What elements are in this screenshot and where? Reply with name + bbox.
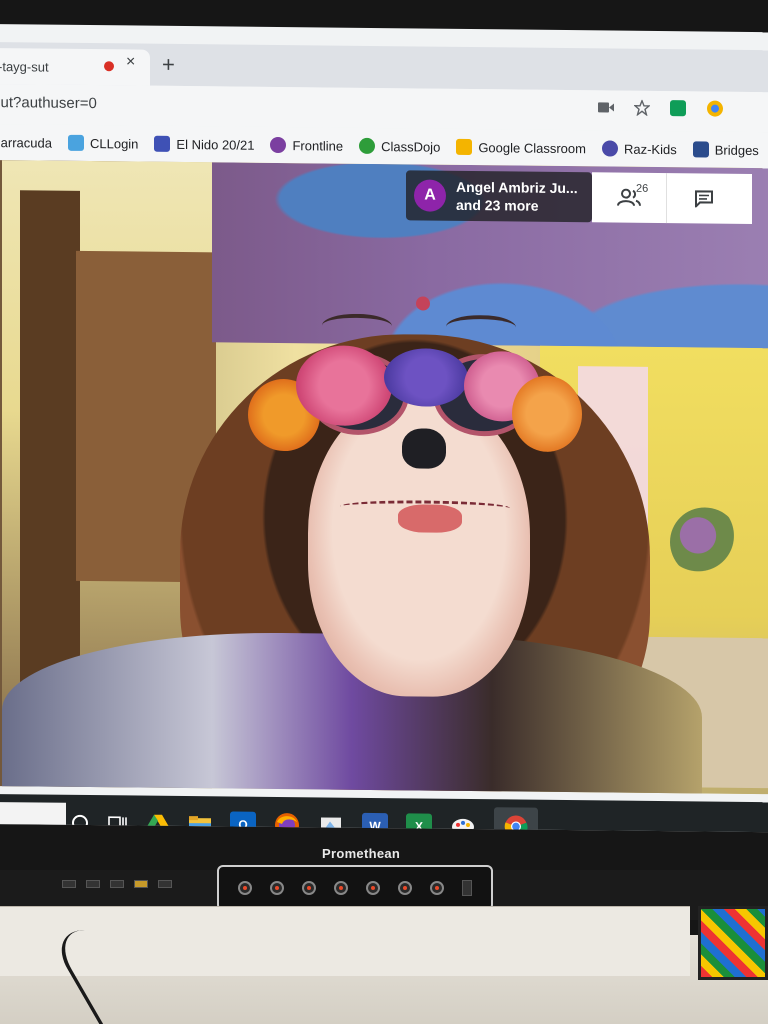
power-button[interactable] bbox=[238, 881, 252, 895]
freeze-button[interactable] bbox=[398, 881, 412, 895]
task-view-icon[interactable] bbox=[108, 814, 128, 832]
new-tab-button[interactable]: + bbox=[162, 52, 175, 78]
camera-icon[interactable] bbox=[598, 101, 614, 113]
photo-stage: -tayg-sut × + -sut?authuser=0 Barracuda … bbox=[0, 0, 768, 1024]
participant-video: A Angel Ambriz Ju... and 23 more 26 bbox=[0, 159, 768, 795]
bookmark-label: ClassDojo bbox=[381, 138, 441, 155]
flower-crown-rose bbox=[384, 348, 468, 407]
chevron-up-icon[interactable]: ︿ bbox=[325, 831, 339, 832]
word-icon[interactable]: W bbox=[362, 812, 388, 833]
firefox-icon[interactable] bbox=[274, 812, 300, 833]
paint-3d-icon[interactable] bbox=[450, 816, 476, 833]
participant-chip[interactable]: A Angel Ambriz Ju... and 23 more bbox=[406, 170, 592, 223]
extension-icon[interactable] bbox=[706, 99, 724, 117]
usb-port bbox=[62, 880, 76, 888]
star-icon[interactable] bbox=[634, 99, 650, 116]
face-paint-brow bbox=[446, 314, 516, 340]
chrome-icon bbox=[504, 815, 528, 833]
touch-port bbox=[134, 880, 148, 888]
face-paint-dot bbox=[416, 296, 430, 311]
cllogin-icon bbox=[67, 134, 84, 151]
front-control-panel bbox=[217, 865, 493, 911]
participant-more: and 23 more bbox=[456, 196, 539, 214]
bookmark-google-classroom[interactable]: Google Classroom bbox=[456, 138, 586, 156]
avatar: A bbox=[414, 179, 446, 212]
input-button[interactable] bbox=[334, 881, 348, 895]
file-explorer-icon[interactable] bbox=[188, 814, 212, 833]
home-button[interactable] bbox=[270, 881, 284, 895]
url-text[interactable]: -sut?authuser=0 bbox=[0, 94, 97, 112]
classroom-extension-icon[interactable] bbox=[670, 100, 686, 117]
bookmark-label: Raz-Kids bbox=[623, 141, 677, 157]
front-ports bbox=[62, 880, 172, 888]
bookmark-label: CLLogin bbox=[89, 135, 139, 152]
people-button[interactable]: 26 bbox=[592, 172, 666, 223]
classroom-poster bbox=[698, 906, 768, 980]
bridges-icon bbox=[692, 141, 709, 158]
usb-port bbox=[86, 880, 100, 888]
bookmark-barracuda[interactable]: Barracuda bbox=[0, 134, 52, 151]
screen: -tayg-sut × + -sut?authuser=0 Barracuda … bbox=[0, 23, 768, 833]
bookmark-bridges[interactable]: Bridges bbox=[692, 141, 759, 158]
monitor: -tayg-sut × + -sut?authuser=0 Barracuda … bbox=[0, 0, 768, 935]
taskbar-apps: O W X bbox=[70, 803, 538, 833]
participant-name: Angel Ambriz Ju... bbox=[456, 178, 578, 197]
volume-button[interactable] bbox=[302, 881, 316, 895]
tab-title: -tayg-sut bbox=[0, 58, 49, 75]
brand-logo: Promethean bbox=[322, 846, 401, 861]
usb-port bbox=[158, 880, 172, 888]
classroom-icon bbox=[456, 138, 473, 156]
classdojo-icon bbox=[359, 137, 376, 155]
excel-icon[interactable]: X bbox=[406, 813, 432, 833]
frontline-icon bbox=[270, 136, 287, 154]
bookmark-label: Bridges bbox=[714, 142, 759, 158]
bookmark-classdojo[interactable]: ClassDojo bbox=[359, 137, 441, 155]
paint-icon[interactable] bbox=[318, 813, 344, 833]
meet-side-controls: 26 bbox=[592, 172, 752, 224]
chat-icon bbox=[694, 190, 713, 208]
flower-crown-rose bbox=[512, 375, 582, 453]
bookmark-label: Barracuda bbox=[0, 134, 52, 151]
bookmark-label: Frontline bbox=[292, 137, 344, 154]
face-paint-stitches bbox=[340, 499, 510, 536]
chrome-taskbar-button[interactable] bbox=[494, 807, 538, 833]
face-paint-brow bbox=[322, 313, 392, 339]
taskbar-search-box[interactable] bbox=[0, 801, 66, 833]
omnibox-actions bbox=[598, 98, 724, 117]
bookmark-cllogin[interactable]: CLLogin bbox=[67, 134, 139, 152]
windows-taskbar: O W X ︿ bbox=[0, 793, 768, 833]
outlook-icon[interactable]: O bbox=[230, 811, 256, 833]
usb-c-port bbox=[462, 880, 472, 896]
bookmark-label: Google Classroom bbox=[478, 139, 586, 156]
tab-close-button[interactable]: × bbox=[126, 53, 135, 71]
background-door bbox=[20, 190, 80, 691]
people-count: 26 bbox=[636, 182, 649, 195]
settings-button[interactable] bbox=[366, 881, 380, 895]
face-paint-nose bbox=[402, 428, 446, 469]
bookmark-label: El Nido 20/21 bbox=[176, 136, 255, 153]
raz-kids-icon bbox=[601, 140, 618, 157]
recording-indicator-icon bbox=[104, 61, 114, 72]
bookmark-raz-kids[interactable]: Raz-Kids bbox=[601, 140, 677, 157]
hdmi-port bbox=[110, 880, 124, 888]
google-drive-icon[interactable] bbox=[146, 814, 170, 833]
flower-crown-rose bbox=[296, 345, 392, 427]
bookmark-frontline[interactable]: Frontline bbox=[270, 136, 344, 154]
background-flowers bbox=[670, 507, 740, 578]
bookmark-el-nido[interactable]: El Nido 20/21 bbox=[154, 135, 255, 153]
chat-button[interactable] bbox=[666, 173, 740, 224]
cortana-icon[interactable] bbox=[70, 813, 90, 832]
calendar-icon bbox=[154, 135, 171, 152]
menu-button[interactable] bbox=[430, 881, 444, 895]
